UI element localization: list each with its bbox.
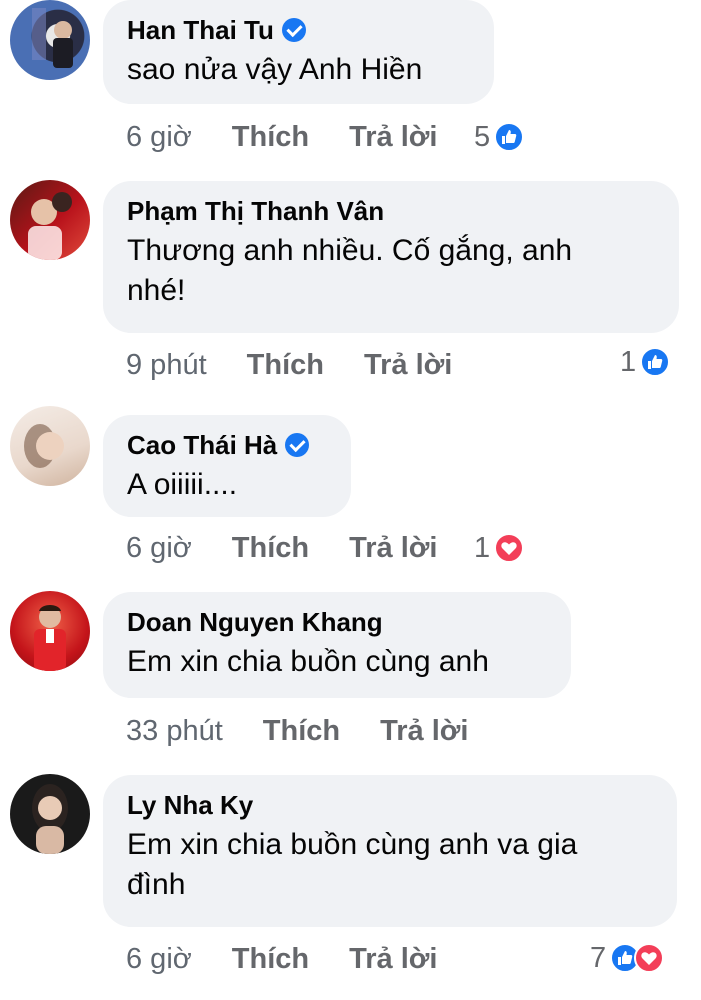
comment-bubble: Cao Thái Hà A oiiiii....: [103, 415, 351, 517]
reply-button[interactable]: Trả lời: [349, 532, 437, 565]
commenter-name-text[interactable]: Doan Nguyen Khang: [127, 606, 383, 638]
comment-timestamp[interactable]: 6 giờ: [126, 121, 192, 154]
love-reaction-icon: [634, 943, 665, 973]
comment-timestamp[interactable]: 33 phút: [126, 715, 223, 748]
reply-button[interactable]: Trả lời: [349, 943, 437, 976]
commenter-name-text[interactable]: Cao Thái Hà: [127, 429, 277, 461]
avatar-figure-icon: [32, 784, 68, 854]
avatar[interactable]: [10, 0, 90, 80]
like-button[interactable]: Thích: [232, 943, 309, 976]
like-button[interactable]: Thích: [232, 121, 309, 154]
comment-actions: 6 giờ Thích Trả lời: [126, 117, 477, 157]
commenter-name[interactable]: Phạm Thị Thanh Vân: [127, 195, 657, 227]
like-reaction-icon: [494, 122, 525, 152]
commenter-name-text[interactable]: Ly Nha Ky: [127, 789, 253, 821]
reaction-summary[interactable]: 7: [590, 938, 665, 978]
love-reaction-icon: [494, 533, 525, 563]
comment-actions: 6 giờ Thích Trả lời: [126, 528, 477, 568]
verified-badge-icon: [281, 18, 306, 42]
reply-button[interactable]: Trả lời: [380, 715, 468, 748]
reaction-summary[interactable]: 1: [620, 342, 671, 382]
reply-button[interactable]: Trả lời: [349, 121, 437, 154]
verified-badge-icon: [285, 433, 310, 457]
comment-text-line: đình: [127, 868, 186, 901]
commenter-name[interactable]: Cao Thái Hà: [127, 429, 329, 461]
commenter-name[interactable]: Ly Nha Ky: [127, 789, 655, 821]
comment-actions: 33 phút Thích Trả lời: [126, 711, 508, 751]
reaction-count: 1: [620, 345, 637, 378]
avatar[interactable]: [10, 774, 90, 854]
comment-actions: 9 phút Thích Trả lời: [126, 345, 492, 385]
like-reaction-icon: [640, 347, 671, 377]
like-button[interactable]: Thích: [247, 349, 324, 382]
reaction-summary[interactable]: 1: [474, 528, 525, 568]
reply-button[interactable]: Trả lời: [364, 349, 452, 382]
like-button[interactable]: Thích: [263, 715, 340, 748]
comment-actions: 6 giờ Thích Trả lời: [126, 939, 477, 979]
commenter-name[interactable]: Doan Nguyen Khang: [127, 606, 549, 638]
comment-text: sao nửa vậy Anh Hiền: [127, 53, 423, 86]
reaction-count: 5: [474, 120, 491, 153]
comment-timestamp[interactable]: 9 phút: [126, 349, 207, 382]
avatar[interactable]: [10, 591, 90, 671]
commenter-name-text[interactable]: Phạm Thị Thanh Vân: [127, 195, 384, 227]
avatar[interactable]: [10, 406, 90, 486]
comment-bubble: Han Thai Tu sao nửa vậy Anh Hiền: [103, 0, 494, 104]
like-button[interactable]: Thích: [232, 532, 309, 565]
commenter-name[interactable]: Han Thai Tu: [127, 14, 472, 46]
reaction-count: 7: [590, 941, 607, 974]
comment-text: Thương anh nhiều. Cố gắng, anh nhé!: [127, 231, 657, 311]
commenter-name-text[interactable]: Han Thai Tu: [127, 14, 274, 46]
comment-text-line: Thương anh nhiều. Cố gắng, anh: [127, 234, 573, 267]
comment-text: A oiiiii....: [127, 468, 238, 501]
comment-timestamp[interactable]: 6 giờ: [126, 532, 192, 565]
comment-text: Em xin chia buồn cùng anh: [127, 645, 489, 678]
comment-text-line: Em xin chia buồn cùng anh va gia: [127, 828, 578, 861]
reaction-count: 1: [474, 531, 491, 564]
comment-bubble: Ly Nha Ky Em xin chia buồn cùng anh va g…: [103, 775, 677, 927]
avatar[interactable]: [10, 180, 90, 260]
avatar-figure-icon: [32, 8, 73, 68]
comment-text: Em xin chia buồn cùng anh va gia đình: [127, 825, 655, 905]
avatar-figure-icon: [28, 192, 72, 260]
comment-bubble: Phạm Thị Thanh Vân Thương anh nhiều. Cố …: [103, 181, 679, 333]
comment-bubble: Doan Nguyen Khang Em xin chia buồn cùng …: [103, 592, 571, 698]
avatar-figure-icon: [34, 605, 66, 671]
reaction-summary[interactable]: 5: [474, 117, 525, 157]
comment-text-line: nhé!: [127, 274, 186, 307]
avatar-figure-icon: [24, 424, 64, 468]
comment-timestamp[interactable]: 6 giờ: [126, 943, 192, 976]
